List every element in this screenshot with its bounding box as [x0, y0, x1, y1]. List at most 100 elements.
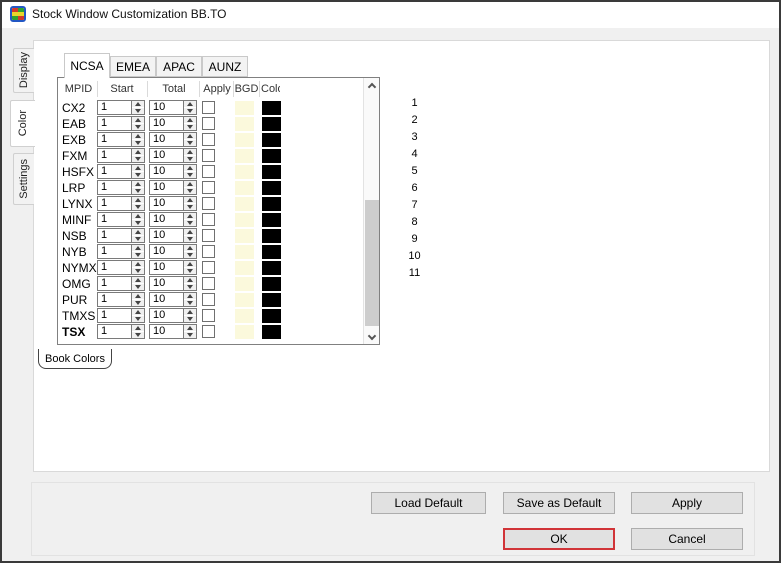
- bgd-swatch[interactable]: [235, 181, 254, 195]
- total-spinner[interactable]: 10: [149, 244, 197, 259]
- start-spinner-down-button[interactable]: [132, 284, 144, 290]
- total-spinner-up-button[interactable]: [184, 277, 196, 284]
- start-spinner[interactable]: 1: [97, 292, 145, 307]
- tab-display[interactable]: Display: [13, 48, 34, 93]
- total-spinner[interactable]: 10: [149, 148, 197, 163]
- save-as-default-button[interactable]: Save as Default: [503, 492, 615, 514]
- start-spinner-down-button[interactable]: [132, 188, 144, 194]
- start-spinner-up-button[interactable]: [132, 165, 144, 172]
- bgd-swatch[interactable]: [235, 197, 254, 211]
- total-spinner[interactable]: 10: [149, 260, 197, 275]
- tab-color[interactable]: Color: [10, 100, 35, 147]
- start-spinner-up-button[interactable]: [132, 101, 144, 108]
- start-spinner-up-button[interactable]: [132, 245, 144, 252]
- scroll-thumb[interactable]: [365, 200, 379, 326]
- scroll-up-arrow[interactable]: [364, 78, 379, 93]
- mpid-table-scrollbar[interactable]: [363, 78, 379, 344]
- ok-button[interactable]: OK: [503, 528, 615, 550]
- apply-checkbox[interactable]: [202, 117, 215, 130]
- start-spinner-down-button[interactable]: [132, 108, 144, 114]
- bgd-swatch[interactable]: [235, 133, 254, 147]
- start-spinner-up-button[interactable]: [132, 197, 144, 204]
- start-spinner[interactable]: 1: [97, 260, 145, 275]
- total-spinner-down-button[interactable]: [184, 332, 196, 338]
- start-spinner-up-button[interactable]: [132, 213, 144, 220]
- total-spinner[interactable]: 10: [149, 308, 197, 323]
- total-spinner[interactable]: 10: [149, 132, 197, 147]
- color-swatch[interactable]: [262, 277, 281, 291]
- tab-book-colors[interactable]: Book Colors: [38, 349, 112, 369]
- color-swatch[interactable]: [262, 165, 281, 179]
- start-spinner-down-button[interactable]: [132, 316, 144, 322]
- start-spinner[interactable]: 1: [97, 100, 145, 115]
- color-swatch[interactable]: [262, 117, 281, 131]
- start-spinner-up-button[interactable]: [132, 229, 144, 236]
- apply-checkbox[interactable]: [202, 165, 215, 178]
- start-spinner[interactable]: 1: [97, 196, 145, 211]
- apply-checkbox[interactable]: [202, 133, 215, 146]
- apply-checkbox[interactable]: [202, 149, 215, 162]
- bgd-swatch[interactable]: [235, 277, 254, 291]
- apply-checkbox[interactable]: [202, 245, 215, 258]
- tab-apac[interactable]: APAC: [156, 56, 202, 77]
- color-swatch[interactable]: [262, 229, 281, 243]
- start-spinner[interactable]: 1: [97, 116, 145, 131]
- total-spinner-down-button[interactable]: [184, 236, 196, 242]
- apply-checkbox[interactable]: [202, 213, 215, 226]
- start-spinner-up-button[interactable]: [132, 293, 144, 300]
- start-spinner[interactable]: 1: [97, 212, 145, 227]
- tab-emea[interactable]: EMEA: [110, 56, 156, 77]
- color-swatch[interactable]: [262, 101, 281, 115]
- start-spinner-down-button[interactable]: [132, 140, 144, 146]
- total-spinner[interactable]: 10: [149, 212, 197, 227]
- bgd-swatch[interactable]: [235, 165, 254, 179]
- bgd-swatch[interactable]: [235, 229, 254, 243]
- total-spinner[interactable]: 10: [149, 180, 197, 195]
- start-spinner[interactable]: 1: [97, 308, 145, 323]
- start-spinner[interactable]: 1: [97, 180, 145, 195]
- start-spinner[interactable]: 1: [97, 132, 145, 147]
- start-spinner-up-button[interactable]: [132, 325, 144, 332]
- total-spinner-down-button[interactable]: [184, 316, 196, 322]
- start-spinner-down-button[interactable]: [132, 236, 144, 242]
- start-spinner[interactable]: 1: [97, 324, 145, 339]
- color-swatch[interactable]: [262, 133, 281, 147]
- total-spinner-up-button[interactable]: [184, 245, 196, 252]
- total-spinner-up-button[interactable]: [184, 165, 196, 172]
- total-spinner[interactable]: 10: [149, 116, 197, 131]
- apply-button[interactable]: Apply: [631, 492, 743, 514]
- total-spinner[interactable]: 10: [149, 276, 197, 291]
- apply-checkbox[interactable]: [202, 181, 215, 194]
- total-spinner-up-button[interactable]: [184, 149, 196, 156]
- total-spinner[interactable]: 10: [149, 164, 197, 179]
- tab-ncsa[interactable]: NCSA: [64, 53, 110, 78]
- total-spinner-up-button[interactable]: [184, 229, 196, 236]
- start-spinner-down-button[interactable]: [132, 300, 144, 306]
- start-spinner-down-button[interactable]: [132, 332, 144, 338]
- start-spinner-up-button[interactable]: [132, 117, 144, 124]
- total-spinner[interactable]: 10: [149, 228, 197, 243]
- start-spinner-down-button[interactable]: [132, 124, 144, 130]
- tab-settings[interactable]: Settings: [13, 153, 34, 205]
- total-spinner-up-button[interactable]: [184, 117, 196, 124]
- color-swatch[interactable]: [262, 197, 281, 211]
- color-swatch[interactable]: [262, 245, 281, 259]
- total-spinner-down-button[interactable]: [184, 204, 196, 210]
- start-spinner-up-button[interactable]: [132, 309, 144, 316]
- total-spinner[interactable]: 10: [149, 100, 197, 115]
- start-spinner-down-button[interactable]: [132, 204, 144, 210]
- bgd-swatch[interactable]: [235, 293, 254, 307]
- apply-checkbox[interactable]: [202, 101, 215, 114]
- load-default-button[interactable]: Load Default: [371, 492, 486, 514]
- apply-checkbox[interactable]: [202, 309, 215, 322]
- apply-checkbox[interactable]: [202, 229, 215, 242]
- start-spinner-up-button[interactable]: [132, 149, 144, 156]
- color-swatch[interactable]: [262, 261, 281, 275]
- start-spinner[interactable]: 1: [97, 276, 145, 291]
- apply-checkbox[interactable]: [202, 293, 215, 306]
- total-spinner-up-button[interactable]: [184, 213, 196, 220]
- bgd-swatch[interactable]: [235, 213, 254, 227]
- total-spinner[interactable]: 10: [149, 196, 197, 211]
- bgd-swatch[interactable]: [235, 309, 254, 323]
- apply-checkbox[interactable]: [202, 277, 215, 290]
